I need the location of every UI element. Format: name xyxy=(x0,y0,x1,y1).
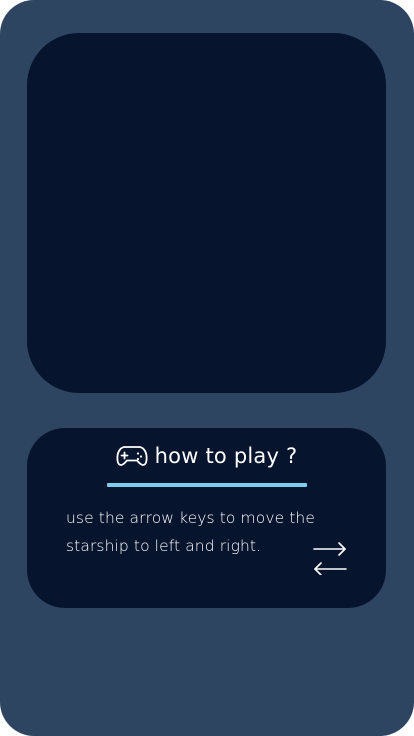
gamepad-icon xyxy=(116,444,148,468)
how-to-play-title: how to play ? xyxy=(154,444,298,468)
game-canvas[interactable] xyxy=(27,33,386,393)
how-to-play-card: how to play ? use the arrow keys to move… xyxy=(27,428,386,608)
how-to-play-header: how to play ? xyxy=(27,441,386,471)
title-underline xyxy=(107,483,307,487)
left-right-arrows-icon xyxy=(312,539,348,575)
game-frame: how to play ? use the arrow keys to move… xyxy=(0,0,414,736)
